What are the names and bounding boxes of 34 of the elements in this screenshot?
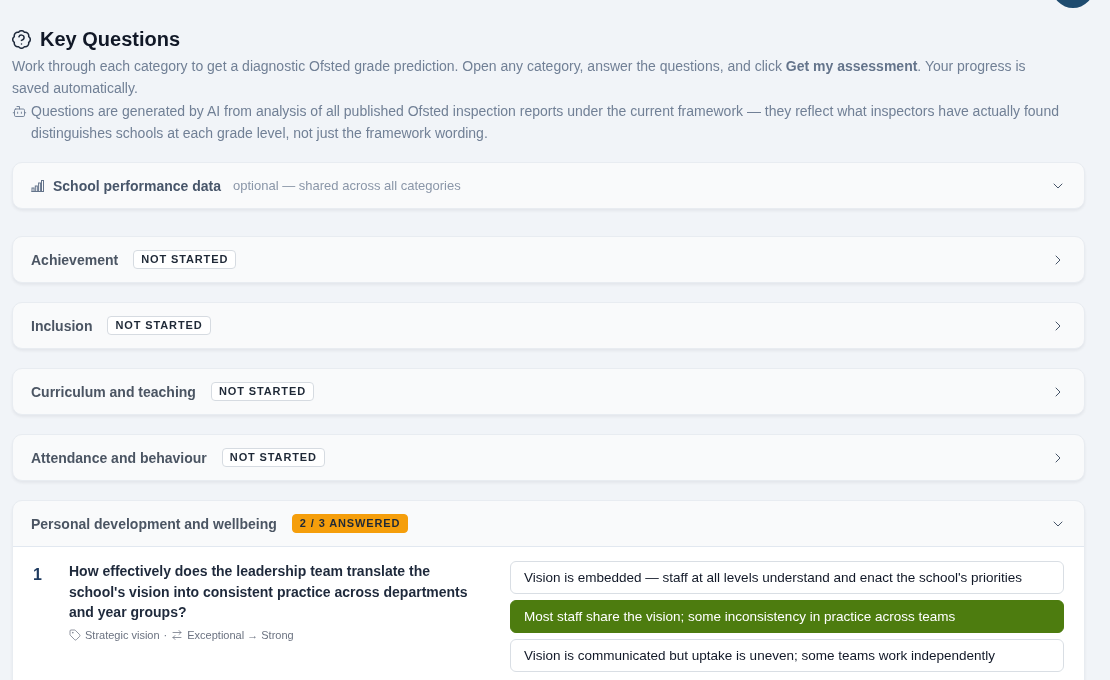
category-card[interactable]: Curriculum and teaching NOT STARTED (12, 368, 1085, 415)
answer-option[interactable]: Vision is embedded — staff at all levels understand and enact the school's priorities (510, 561, 1064, 594)
performance-subtitle: optional — shared across all categories (233, 178, 461, 193)
answer-option[interactable]: Vision is communicated but uptake is uneven; some teams work independently (510, 639, 1064, 672)
category-card[interactable]: Inclusion NOT STARTED (12, 302, 1085, 349)
question-number: 1 (33, 565, 42, 584)
grade-boundary-text: Exceptional → Strong (187, 628, 294, 641)
intro-text: Work through each category to get a diagnostic Ofsted grade prediction. Open any category, answer the questions, and click Get my assessment. Your progress is saved automatically. (12, 57, 1027, 98)
category-title: Attendance and behaviour (31, 449, 207, 466)
help-badge-icon (12, 29, 31, 49)
swap-arrows-icon (171, 628, 184, 641)
performance-title: School performance data (53, 177, 222, 194)
category-title: Personal development and wellbeing (31, 515, 277, 532)
page-title: Key Questions (40, 27, 181, 51)
status-badge: NOT STARTED (210, 382, 314, 401)
category-card[interactable] (12, 500, 1085, 680)
status-badge: 2 / 3 ANSWERED (291, 514, 409, 533)
category-title: Achievement (31, 251, 119, 268)
answer-option[interactable]: Most staff share the vision; some inconsistency in practice across teams (510, 600, 1064, 633)
status-badge: NOT STARTED (133, 250, 237, 269)
robot-icon (12, 104, 27, 119)
tag-icon (69, 628, 81, 641)
category-card[interactable]: Attendance and behaviour NOT STARTED (12, 434, 1085, 481)
category-card[interactable]: Achievement NOT STARTED (12, 236, 1085, 283)
category-title: Curriculum and teaching (31, 383, 196, 400)
category-title: Inclusion (31, 317, 93, 334)
theme-text: Strategic vision (85, 628, 160, 641)
status-badge: NOT STARTED (107, 316, 211, 335)
ai-note-text: Questions are generated by AI from analysis of all published Ofsted inspection reports under the current framework — they reflect what inspectors have actually found distinguishes schools at each grade level, not just the framework wording. (31, 102, 1060, 143)
bar-chart-icon (31, 179, 44, 192)
performance-data-card[interactable]: School performance data optional — shared across all categories (12, 162, 1085, 209)
status-badge: NOT STARTED (221, 448, 325, 467)
question-text: How effectively does the leadership team translate the school's vision into consistent practice across departments and year groups? (69, 562, 469, 622)
separator-text: · (163, 628, 168, 641)
